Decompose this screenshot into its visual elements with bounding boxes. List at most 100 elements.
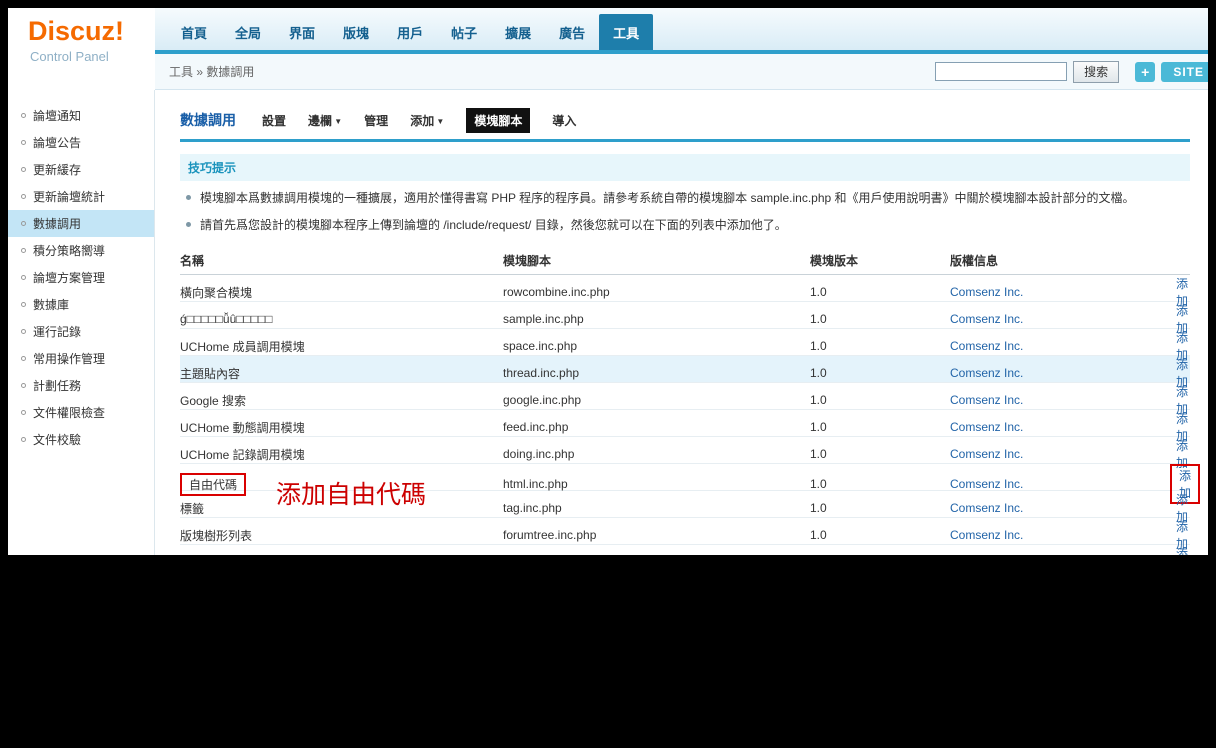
sidebar-item-6[interactable]: 積分策略嚮導 [8,237,154,264]
sidebar-list: 論壇通知論壇公告更新緩存更新論壇統計數據調用積分策略嚮導論壇方案管理數據庫運行記… [8,90,155,555]
table-row-8: 自由代碼添加自由代碼html.inc.php1.0Comsenz Inc.添加 [180,464,1190,491]
sidebar-item-13[interactable]: 文件校驗 [8,426,154,453]
page-title: 數據調用 [180,110,236,130]
circle-bullet-icon [21,140,26,145]
module-name-cell: UCHome 記錄調用模塊 [180,446,503,463]
logo: Discuz! Control Panel [8,8,155,90]
table-body: 橫向聚合模塊rowcombine.inc.php1.0Comsenz Inc.添… [180,275,1190,555]
sidebar-item-label: 數據調用 [33,215,81,232]
page-menu-items: 設置 邊欄 ▼ 管理 添加 ▼ 模塊腳本 導入 [262,108,576,133]
version-cell: 1.0 [810,447,950,461]
site-button[interactable]: SITE [1161,62,1208,82]
sidebar-item-label: 更新緩存 [33,161,81,178]
sidebar-item-4[interactable]: 更新論壇統計 [8,183,154,210]
sidebar-item-7[interactable]: 論壇方案管理 [8,264,154,291]
admin-window: Discuz! Control Panel 首頁全局界面版塊用戶帖子擴展廣告工具… [8,8,1208,555]
sidebar-item-3[interactable]: 更新緩存 [8,156,154,183]
sidebar-item-label: 論壇方案管理 [33,269,105,286]
table-row-7: UCHome 記錄調用模塊doing.inc.php1.0Comsenz Inc… [180,437,1190,464]
menu-item-6[interactable]: 導入 [552,112,576,129]
tip-item: 請首先爲您設計的模塊腳本程序上傳到論壇的 /include/request/ 目… [180,208,1190,235]
sidebar-item-label: 論壇通知 [33,107,81,124]
copyright-link[interactable]: Comsenz Inc. [950,393,1170,407]
breadcrumb[interactable]: 工具 » 數據調用 [169,63,254,80]
red-highlight-box: 自由代碼 [180,473,246,496]
menu-item-1[interactable]: 設置 [262,112,286,129]
copyright-link[interactable]: Comsenz Inc. [950,285,1170,299]
menu-item-4[interactable]: 添加 ▼ [410,112,444,129]
copyright-link[interactable]: Comsenz Inc. [950,312,1170,326]
script-cell: tag.inc.php [503,501,810,515]
table-row-2: ǵ□□□□□ǚû□□□□□sample.inc.php1.0Comsenz In… [180,302,1190,329]
module-name-cell: 版塊樹形列表 [180,527,503,544]
nav-tab-1[interactable]: 首頁 [167,14,221,50]
column-header-1: 名稱 [180,252,503,269]
script-cell: feed.inc.php [503,420,810,434]
copyright-link[interactable]: Comsenz Inc. [950,477,1170,491]
module-name-cell: ǵ□□□□□ǚû□□□□□ [180,312,503,326]
script-cell: rowcombine.inc.php [503,285,810,299]
nav-tab-7[interactable]: 擴展 [491,14,545,50]
header: Discuz! Control Panel 首頁全局界面版塊用戶帖子擴展廣告工具… [8,8,1208,90]
sidebar-item-8[interactable]: 數據庫 [8,291,154,318]
dropdown-arrow-icon: ▼ [332,117,342,126]
brand-subtitle: Control Panel [28,49,155,64]
table-row-11: 版塊版主排行modlist.inc.php1.0Comsenz Inc.添加 [180,545,1190,555]
bullet-dot-icon [186,195,191,200]
nav-tab-8[interactable]: 廣告 [545,14,599,50]
sidebar-item-2[interactable]: 論壇公告 [8,129,154,156]
nav-tab-2[interactable]: 全局 [221,14,275,50]
add-link[interactable]: 添加 [1176,547,1188,555]
sidebar-item-label: 論壇公告 [33,134,81,151]
nav-tabs: 首頁全局界面版塊用戶帖子擴展廣告工具 [155,8,1208,54]
table-row-4: 主題貼內容thread.inc.php1.0Comsenz Inc.添加 [180,356,1190,383]
sidebar-item-12[interactable]: 文件權限檢查 [8,399,154,426]
circle-bullet-icon [21,437,26,442]
tip-text: 模塊腳本爲數據調用模塊的一種擴展，適用於懂得書寫 PHP 程序的程序員。請參考系… [200,190,1135,206]
copyright-link[interactable]: Comsenz Inc. [950,366,1170,380]
circle-bullet-icon [21,221,26,226]
topbar-actions: 搜索 + SITE [935,61,1198,83]
copyright-link[interactable]: Comsenz Inc. [950,528,1170,542]
action-cell: 添加 [1170,545,1190,555]
script-cell: google.inc.php [503,393,810,407]
menu-item-5[interactable]: 模塊腳本 [466,108,530,133]
nav-tab-3[interactable]: 界面 [275,14,329,50]
module-name-cell: 橫向聚合模塊 [180,284,503,301]
version-cell: 1.0 [810,285,950,299]
search-button[interactable]: 搜索 [1073,61,1119,83]
page-menu: 數據調用 設置 邊欄 ▼ 管理 添加 ▼ 模塊腳本 導入 [180,108,1190,132]
menu-item-2[interactable]: 邊欄 ▼ [308,112,342,129]
table-row-10: 版塊樹形列表forumtree.inc.php1.0Comsenz Inc.添加 [180,518,1190,545]
nav-tab-6[interactable]: 帖子 [437,14,491,50]
sidebar-item-5[interactable]: 數據調用 [8,210,154,237]
sidebar-item-11[interactable]: 計劃任務 [8,372,154,399]
dropdown-arrow-icon: ▼ [434,117,444,126]
bullet-dot-icon [186,222,191,227]
script-cell: space.inc.php [503,339,810,353]
table-header: 名稱模塊腳本模塊版本版權信息 [180,247,1190,275]
copyright-link[interactable]: Comsenz Inc. [950,447,1170,461]
breadcrumb-bar: 工具 » 數據調用 搜索 + SITE [155,54,1208,90]
copyright-link[interactable]: Comsenz Inc. [950,339,1170,353]
sidebar-item-10[interactable]: 常用操作管理 [8,345,154,372]
search-input[interactable] [935,62,1067,81]
nav-tab-9[interactable]: 工具 [599,14,653,50]
circle-bullet-icon [21,329,26,334]
sidebar-item-label: 文件校驗 [33,431,81,448]
module-name-cell: 自由代碼添加自由代碼 [180,473,503,496]
circle-bullet-icon [21,113,26,118]
plus-button[interactable]: + [1135,62,1155,82]
nav-tab-5[interactable]: 用戶 [383,14,437,50]
copyright-link[interactable]: Comsenz Inc. [950,420,1170,434]
version-cell: 1.0 [810,312,950,326]
sidebar-item-9[interactable]: 運行記錄 [8,318,154,345]
menu-item-3[interactable]: 管理 [364,112,388,129]
module-name-cell: UCHome 成員調用模塊 [180,338,503,355]
copyright-link[interactable]: Comsenz Inc. [950,501,1170,515]
script-cell: thread.inc.php [503,366,810,380]
version-cell: 1.0 [810,420,950,434]
nav-tab-4[interactable]: 版塊 [329,14,383,50]
table-row-6: UCHome 動態調用模塊feed.inc.php1.0Comsenz Inc.… [180,410,1190,437]
sidebar-item-1[interactable]: 論壇通知 [8,102,154,129]
